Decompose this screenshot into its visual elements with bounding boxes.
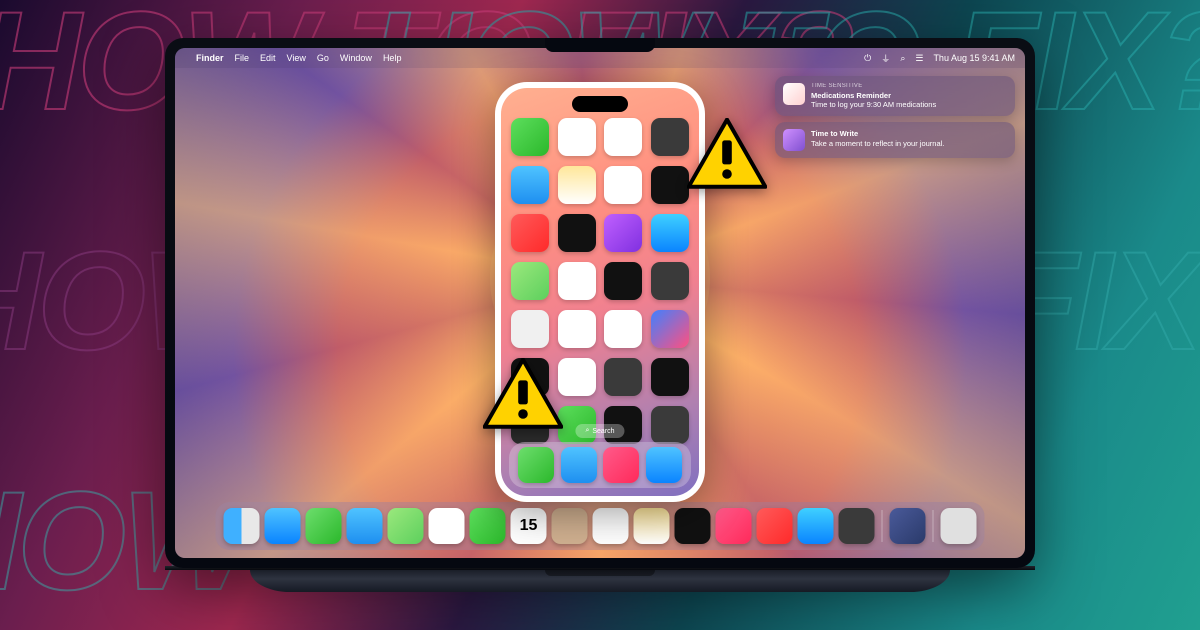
laptop-notch [545,38,655,52]
notification-title: Time to Write [811,129,944,138]
menu-go[interactable]: Go [317,53,329,63]
app-podcasts-icon[interactable] [604,214,642,252]
app-reminders-icon[interactable] [604,166,642,204]
search-icon[interactable]: ⌕ [900,53,905,64]
iphone-mirroring: ⌕ Search [495,82,705,502]
menu-window[interactable]: Window [340,53,372,63]
warning-icon [483,358,563,430]
app-findmy-icon[interactable] [511,310,549,348]
dock-maps-icon[interactable] [388,508,424,544]
notification-body: Take a moment to reflect in your journal… [811,139,944,148]
dock-tv-icon[interactable] [675,508,711,544]
app-contacts-icon[interactable] [651,406,689,444]
dock-music-icon[interactable] [603,447,639,483]
app-tv-icon[interactable] [558,214,596,252]
app-home-icon[interactable] [558,310,596,348]
app-facetime-icon[interactable] [511,118,549,156]
menu-edit[interactable]: Edit [260,53,276,63]
iphone-search[interactable]: ⌕ Search [575,424,624,438]
app-news-icon[interactable] [511,214,549,252]
dock-separator [882,510,883,542]
laptop-foot [250,570,950,592]
iphone-body: ⌕ Search [495,82,705,502]
laptop: Finder File Edit View Go Window Help ⏻ ⏚… [165,38,1035,594]
macos-dock: 15 [216,502,985,550]
dock-mail-icon[interactable] [347,508,383,544]
dock-mail-icon[interactable] [561,447,597,483]
laptop-bezel: Finder File Edit View Go Window Help ⏻ ⏚… [165,38,1035,568]
dock-contacts-icon[interactable] [552,508,588,544]
notification-tag: TIME SENSITIVE [811,83,936,91]
dock-appstore-icon[interactable] [798,508,834,544]
app-appstore-icon[interactable] [651,214,689,252]
dock-photos-icon[interactable] [429,508,465,544]
battery-icon[interactable]: ⏻ [864,53,871,64]
app-notes-icon[interactable] [558,166,596,204]
app-shortcuts-icon[interactable] [651,310,689,348]
notification-title: Medications Reminder [811,91,936,100]
warning-icon [687,118,767,190]
app-name[interactable]: Finder [196,53,224,63]
app-camera-icon[interactable] [651,118,689,156]
app-calendar-icon[interactable] [558,118,596,156]
app-maps-icon[interactable] [511,262,549,300]
journal-icon [783,129,805,151]
notification[interactable]: TIME SENSITIVE Medications Reminder Time… [775,76,1015,116]
app-mail-icon[interactable] [511,166,549,204]
dock-finder-icon[interactable] [224,508,260,544]
menu-help[interactable]: Help [383,53,402,63]
app-health2-icon[interactable] [558,358,596,396]
dock-phone-icon[interactable] [518,447,554,483]
wifi-icon[interactable]: ⏚ [881,52,890,65]
dock-facetime-icon[interactable] [470,508,506,544]
app-settings2-icon[interactable] [604,358,642,396]
dock-news-icon[interactable] [757,508,793,544]
dock-messages-icon[interactable] [306,508,342,544]
menu-file[interactable]: File [235,53,250,63]
app-files-icon[interactable] [604,310,642,348]
dock-safari-icon[interactable] [646,447,682,483]
dock-music-icon[interactable] [716,508,752,544]
app-photos-icon[interactable] [604,118,642,156]
app-settings-icon[interactable] [651,262,689,300]
iphone-dock [509,442,691,488]
dock-separator [933,510,934,542]
desktop-screen: Finder File Edit View Go Window Help ⏻ ⏚… [175,48,1025,558]
medications-icon [783,83,805,105]
menu-view[interactable]: View [287,53,306,63]
dock-trash-icon[interactable] [941,508,977,544]
datetime[interactable]: Thu Aug 15 9:41 AM [933,53,1015,63]
notification-stack: TIME SENSITIVE Medications Reminder Time… [775,76,1015,158]
app-stocks-icon[interactable] [651,358,689,396]
dock-safari-icon[interactable] [265,508,301,544]
notification[interactable]: Time to Write Take a moment to reflect i… [775,122,1015,158]
dock-reminders-icon[interactable] [593,508,629,544]
dock-iphone-icon[interactable] [890,508,926,544]
dock-notes-icon[interactable] [634,508,670,544]
promo-canvas: HOW TO FIX? HOW TO FIX? HOW TO FIX? HOW … [0,0,1200,630]
iphone-screen: ⌕ Search [501,88,699,496]
app-clock-icon[interactable] [651,166,689,204]
control-center-icon[interactable]: ☰ [915,53,923,64]
dock-settings-icon[interactable] [839,508,875,544]
notification-body: Time to log your 9:30 AM medications [811,100,936,109]
dynamic-island [572,96,628,112]
search-icon: ⌕ [585,427,589,435]
app-health-icon[interactable] [558,262,596,300]
dock-calendar-icon[interactable]: 15 [511,508,547,544]
app-wallet-icon[interactable] [604,262,642,300]
